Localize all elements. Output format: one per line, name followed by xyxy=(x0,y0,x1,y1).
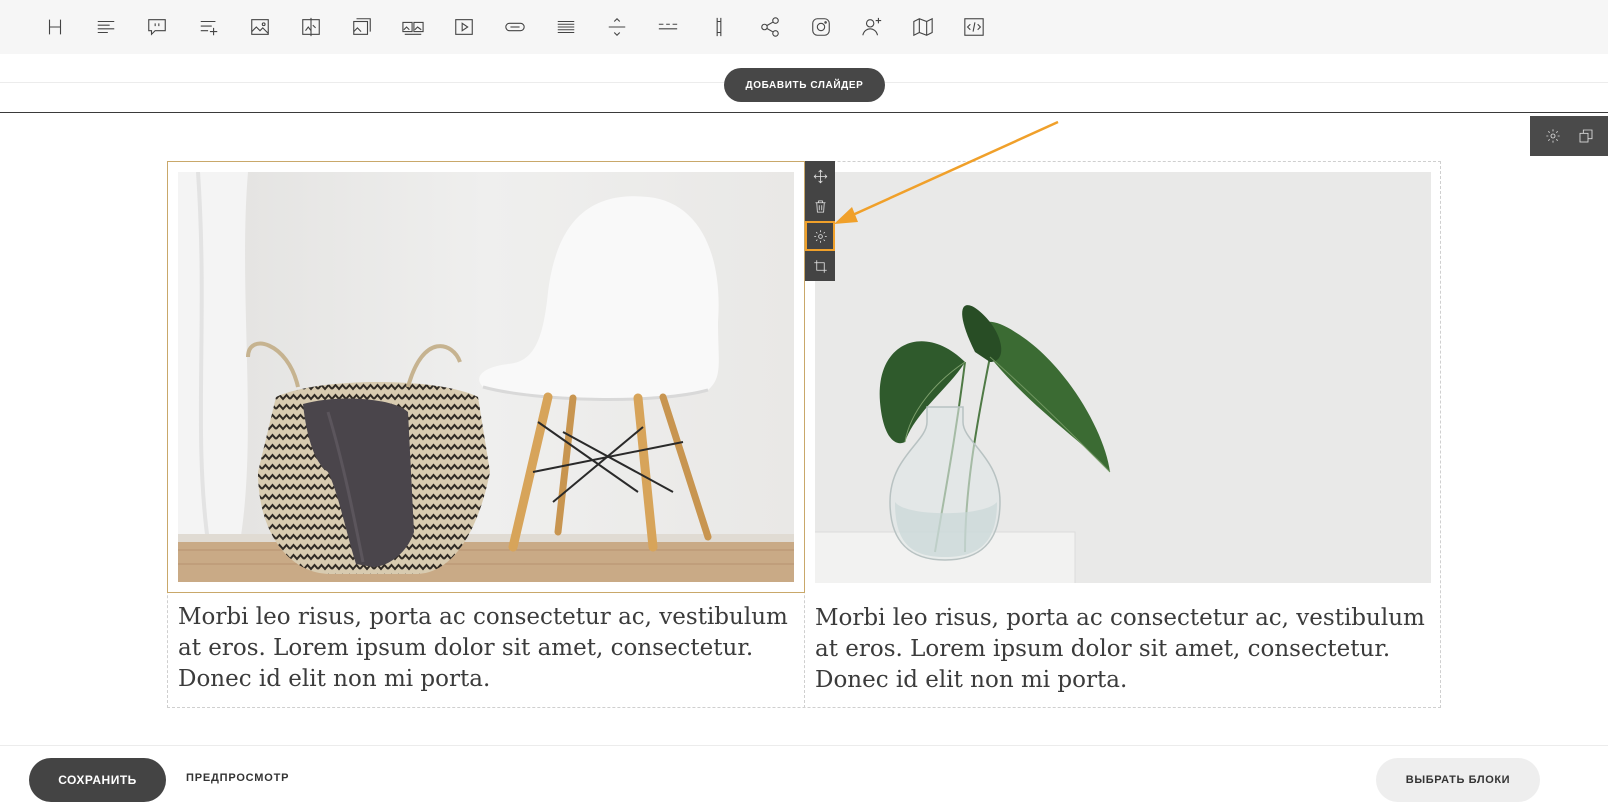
footer-divider xyxy=(0,745,1608,746)
annotation-arrow xyxy=(834,120,1059,224)
save-button[interactable]: СОХРАНИТЬ xyxy=(29,758,166,802)
duplicate-icon[interactable] xyxy=(1575,125,1597,147)
video-icon[interactable] xyxy=(449,12,479,42)
map-icon[interactable] xyxy=(908,12,938,42)
quote-icon[interactable] xyxy=(142,12,172,42)
image-icon[interactable] xyxy=(245,12,275,42)
heading-icon[interactable] xyxy=(40,12,70,42)
divider-icon[interactable] xyxy=(602,12,632,42)
image-caption[interactable]: Morbi leo risus, porta ac consectetur ac… xyxy=(815,603,1435,696)
add-user-icon[interactable] xyxy=(857,12,887,42)
preview-link[interactable]: ПРЕДПРОСМОТР xyxy=(186,772,289,784)
spacer-icon[interactable] xyxy=(551,12,581,42)
crop-icon[interactable] xyxy=(805,251,835,281)
block-toolbar xyxy=(0,0,1608,54)
dashed-line-icon[interactable] xyxy=(653,12,683,42)
list-add-icon[interactable] xyxy=(194,12,224,42)
choose-blocks-button[interactable]: ВЫБРАТЬ БЛОКИ xyxy=(1376,758,1540,802)
plant-in-vase-photo[interactable] xyxy=(815,172,1431,583)
image-text-icon[interactable] xyxy=(347,12,377,42)
gallery-icon[interactable] xyxy=(398,12,428,42)
instagram-icon[interactable] xyxy=(806,12,836,42)
image-caption[interactable]: Morbi leo risus, porta ac consectetur ac… xyxy=(178,602,798,695)
section-divider xyxy=(0,112,1608,113)
add-slider-button[interactable]: ДОБАВИТЬ СЛАЙДЕР xyxy=(724,68,885,102)
block-tools xyxy=(1530,116,1608,156)
column-icon[interactable] xyxy=(704,12,734,42)
selected-image-outline xyxy=(167,161,805,593)
code-icon[interactable] xyxy=(959,12,989,42)
text-icon[interactable] xyxy=(91,12,121,42)
button-icon[interactable] xyxy=(500,12,530,42)
gear-icon[interactable] xyxy=(1542,125,1564,147)
image-compare-icon[interactable] xyxy=(296,12,326,42)
share-icon[interactable] xyxy=(755,12,785,42)
